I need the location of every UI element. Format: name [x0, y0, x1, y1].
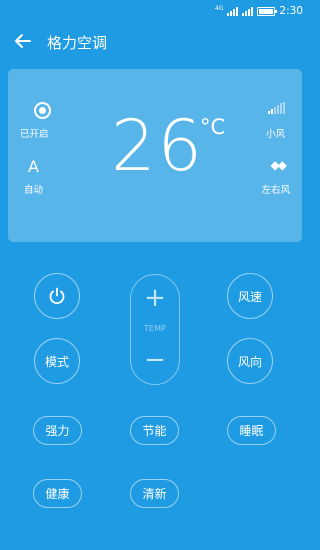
temp-label: TEMP	[144, 324, 166, 333]
energy-saving-button[interactable]: 节能	[130, 416, 179, 445]
temperature-unit: °C	[200, 115, 226, 139]
back-button[interactable]	[12, 30, 34, 52]
mode-button[interactable]: 模式	[34, 338, 80, 384]
signal-bars-icon	[268, 102, 285, 114]
page-title: 格力空调	[47, 34, 108, 52]
clock: 2:30	[279, 5, 303, 17]
temperature-display: 26	[111, 105, 205, 187]
power-on-indicator-icon	[34, 102, 51, 119]
fan-speed-label: 小风	[265, 129, 285, 140]
power-icon	[49, 287, 65, 305]
temp-down-button[interactable]: −	[131, 347, 179, 373]
mode-indicator: A	[28, 157, 39, 176]
arrow-left-icon	[15, 34, 31, 48]
status-card: 已开启 A 自动 26 °C 小风 ◆◆ 左右风	[8, 69, 302, 242]
signal-icon	[227, 6, 239, 16]
strong-button[interactable]: 强力	[33, 416, 82, 445]
swing-label: 左右风	[261, 185, 290, 196]
power-button[interactable]	[34, 273, 80, 319]
health-button[interactable]: 健康	[33, 479, 82, 508]
network-type: 4G	[214, 4, 224, 12]
mode-label: 自动	[24, 185, 44, 196]
status-icons: 4G 2:30	[215, 3, 303, 19]
temp-up-button[interactable]: +	[131, 285, 179, 311]
signal-icon-2	[242, 6, 254, 16]
clean-button[interactable]: 清新	[130, 479, 179, 508]
app-bar: 格力空调	[0, 24, 309, 60]
fan-direction-button[interactable]: 风向	[227, 338, 273, 384]
power-status-label: 已开启	[20, 129, 49, 140]
battery-icon	[257, 6, 278, 16]
fan-speed-button[interactable]: 风速	[227, 273, 273, 319]
status-bar: 4G 2:30	[0, 0, 309, 22]
left-right-arrows-icon: ◆◆	[270, 158, 288, 172]
sleep-button[interactable]: 睡眠	[227, 416, 276, 445]
temperature-control: + TEMP −	[130, 274, 180, 385]
